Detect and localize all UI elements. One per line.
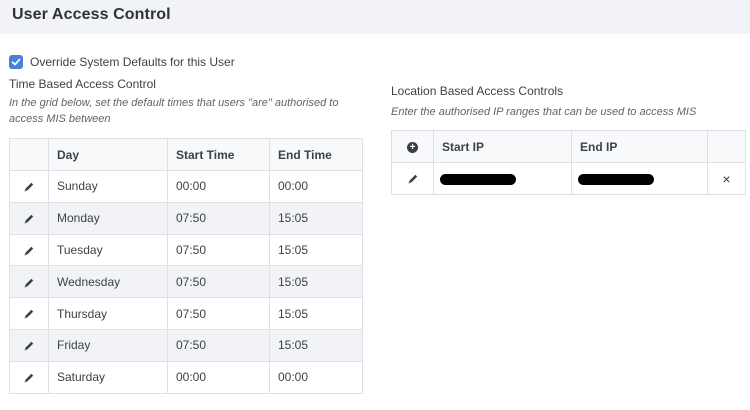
edit-ip-range-button[interactable] bbox=[391, 162, 434, 195]
add-ip-range-button[interactable]: + bbox=[391, 130, 434, 163]
pencil-icon bbox=[24, 214, 34, 224]
time-grid-row: Sunday 00:00 00:00 bbox=[9, 170, 363, 203]
redacted-end-ip bbox=[578, 173, 654, 185]
page-header: User Access Control bbox=[0, 0, 750, 34]
ip-range-row: × bbox=[391, 162, 746, 195]
plus-circle-icon: + bbox=[407, 141, 418, 153]
pencil-icon bbox=[408, 175, 417, 184]
day-column-header[interactable]: Day bbox=[48, 138, 168, 171]
end-time-cell[interactable]: 15:05 bbox=[269, 328, 363, 362]
pencil-icon bbox=[24, 342, 34, 351]
override-defaults-checkbox[interactable] bbox=[9, 55, 23, 69]
pencil-icon bbox=[24, 183, 34, 192]
ip-access-grid: + Start IP End IP × bbox=[391, 130, 746, 195]
end-time-cell[interactable]: 00:00 bbox=[269, 360, 363, 394]
day-cell: Monday bbox=[48, 201, 168, 235]
day-cell: Sunday bbox=[48, 170, 168, 203]
edit-row-button[interactable] bbox=[9, 360, 49, 394]
day-cell: Saturday bbox=[48, 360, 168, 394]
override-defaults-row[interactable]: Override System Defaults for this User bbox=[9, 54, 235, 70]
location-section-title: Location Based Access Controls bbox=[391, 84, 564, 98]
time-section-title: Time Based Access Control bbox=[9, 77, 156, 91]
edit-row-button[interactable] bbox=[9, 201, 49, 235]
check-icon bbox=[11, 58, 21, 66]
day-cell: Thursday bbox=[48, 297, 168, 330]
pencil-icon bbox=[24, 310, 34, 319]
edit-row-button[interactable] bbox=[9, 297, 49, 330]
location-section-hint: Enter the authorised IP ranges that can … bbox=[391, 106, 697, 118]
redacted-start-ip bbox=[440, 173, 516, 185]
end-time-cell[interactable]: 00:00 bbox=[269, 170, 363, 203]
end-time-cell[interactable]: 15:05 bbox=[269, 265, 363, 299]
day-cell: Friday bbox=[48, 328, 168, 362]
end-ip-column-header[interactable]: End IP bbox=[571, 130, 708, 163]
time-section-hint: In the grid below, set the default times… bbox=[9, 97, 339, 125]
pencil-icon bbox=[24, 246, 34, 256]
start-time-cell[interactable]: 07:50 bbox=[167, 233, 270, 267]
start-time-cell[interactable]: 00:00 bbox=[167, 360, 270, 394]
end-ip-cell[interactable] bbox=[571, 162, 708, 195]
pencil-icon bbox=[24, 278, 34, 288]
close-icon: × bbox=[722, 170, 731, 187]
start-time-column-header[interactable]: Start Time bbox=[167, 138, 270, 171]
end-time-cell[interactable]: 15:05 bbox=[269, 233, 363, 267]
delete-column-header bbox=[707, 130, 746, 163]
start-ip-column-header[interactable]: Start IP bbox=[433, 130, 572, 163]
time-grid-row: Tuesday 07:50 15:05 bbox=[9, 233, 363, 267]
pencil-icon bbox=[24, 373, 34, 383]
time-grid-row: Thursday 07:50 15:05 bbox=[9, 297, 363, 330]
start-ip-cell[interactable] bbox=[433, 162, 572, 195]
override-defaults-label: Override System Defaults for this User bbox=[30, 55, 235, 69]
end-time-column-header[interactable]: End Time bbox=[269, 138, 363, 171]
delete-ip-range-button[interactable]: × bbox=[707, 162, 746, 195]
ip-grid-header-row: + Start IP End IP bbox=[391, 130, 746, 163]
edit-row-button[interactable] bbox=[9, 328, 49, 362]
start-time-cell[interactable]: 07:50 bbox=[167, 265, 270, 299]
time-access-grid: Day Start Time End Time Sunday 00:00 00:00… bbox=[9, 138, 363, 394]
start-time-cell[interactable]: 00:00 bbox=[167, 170, 270, 203]
day-cell: Wednesday bbox=[48, 265, 168, 299]
edit-row-button[interactable] bbox=[9, 170, 49, 203]
time-grid-header-row: Day Start Time End Time bbox=[9, 138, 363, 171]
start-time-cell[interactable]: 07:50 bbox=[167, 297, 270, 330]
start-time-cell[interactable]: 07:50 bbox=[167, 328, 270, 362]
time-grid-row: Saturday 00:00 00:00 bbox=[9, 360, 363, 394]
end-time-cell[interactable]: 15:05 bbox=[269, 201, 363, 235]
time-grid-row: Wednesday 07:50 15:05 bbox=[9, 265, 363, 299]
start-time-cell[interactable]: 07:50 bbox=[167, 201, 270, 235]
day-cell: Tuesday bbox=[48, 233, 168, 267]
edit-column-header bbox=[9, 138, 49, 171]
page-title: User Access Control bbox=[12, 6, 171, 23]
time-grid-row: Friday 07:50 15:05 bbox=[9, 328, 363, 362]
time-grid-row: Monday 07:50 15:05 bbox=[9, 201, 363, 235]
edit-row-button[interactable] bbox=[9, 265, 49, 299]
end-time-cell[interactable]: 15:05 bbox=[269, 297, 363, 330]
edit-row-button[interactable] bbox=[9, 233, 49, 267]
